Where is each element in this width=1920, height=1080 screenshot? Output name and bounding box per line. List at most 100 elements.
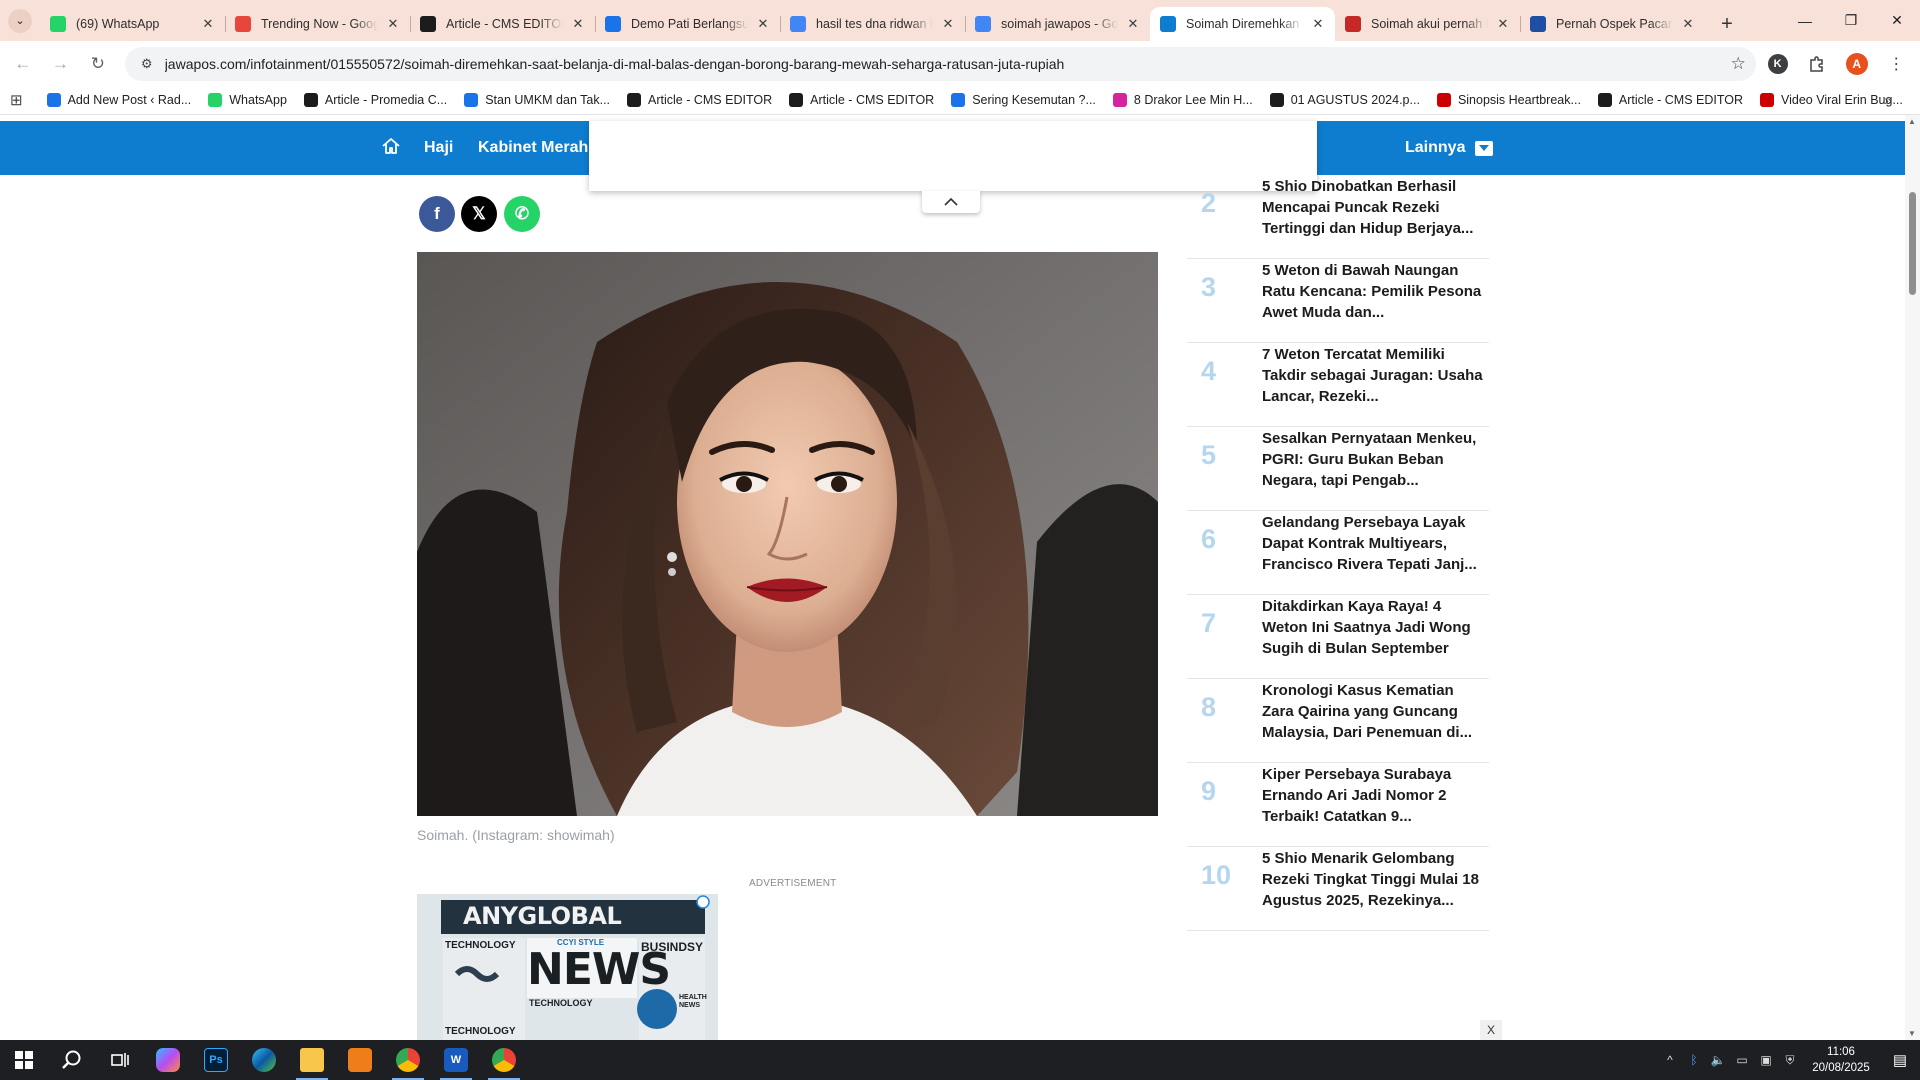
browser-tab[interactable]: Trending Now - Goog ✕ <box>225 7 410 41</box>
share-facebook-button[interactable]: f <box>419 196 455 232</box>
bookmark-item[interactable]: Article - Promedia C... <box>303 93 447 107</box>
trending-title[interactable]: Gelandang Persebaya Layak Dapat Kontrak … <box>1262 512 1489 575</box>
trending-title[interactable]: 5 Shio Menarik Gelombang Rezeki Tingkat … <box>1262 848 1489 911</box>
site-info-icon[interactable]: ⚙ <box>135 52 159 76</box>
profile-a-button[interactable]: A <box>1839 46 1875 82</box>
trending-title[interactable]: 5 Shio Dinobatkan Berhasil Mencapai Punc… <box>1262 176 1489 239</box>
taskbar-photoshop[interactable]: Ps <box>192 1040 240 1080</box>
bookmark-item[interactable]: Article - CMS EDITOR <box>1597 93 1743 107</box>
minimize-icon[interactable]: — <box>1782 0 1828 41</box>
taskbar-copilot[interactable] <box>144 1040 192 1080</box>
trending-title[interactable]: Sesalkan Pernyataan Menkeu, PGRI: Guru B… <box>1262 428 1489 491</box>
close-tab-icon[interactable]: ✕ <box>384 15 402 33</box>
display-icon[interactable]: ▣ <box>1754 1053 1778 1067</box>
bookmark-item[interactable]: Video Viral Erin Bug... <box>1760 93 1903 107</box>
trending-item[interactable]: 5 Sesalkan Pernyataan Menkeu, PGRI: Guru … <box>1187 427 1489 511</box>
bookmark-item[interactable]: 8 Drakor Lee Min H... <box>1112 93 1253 107</box>
trending-title[interactable]: Ditakdirkan Kaya Raya! 4 Weton Ini Saatn… <box>1262 596 1489 659</box>
trending-item[interactable]: 6 Gelandang Persebaya Layak Dapat Kontrak… <box>1187 511 1489 595</box>
browser-tab[interactable]: soimah jawapos - Goo ✕ <box>965 7 1150 41</box>
trending-title[interactable]: 7 Weton Tercatat Memiliki Takdir sebagai… <box>1262 344 1489 407</box>
notification-icon[interactable]: ▤ <box>1880 1051 1920 1069</box>
scroll-up-icon[interactable]: ▲ <box>1908 117 1916 126</box>
profile-k-button[interactable]: K <box>1760 46 1796 82</box>
apps-grid-icon[interactable]: ⊞ <box>10 90 23 110</box>
task-view-button[interactable] <box>96 1040 144 1080</box>
browser-tab[interactable]: hasil tes dna ridwan k ✕ <box>780 7 965 41</box>
restore-icon[interactable]: ❐ <box>1828 0 1874 41</box>
volume-icon[interactable]: 🔈 <box>1706 1053 1730 1067</box>
scrollbar-thumb[interactable] <box>1909 192 1916 295</box>
bookmark-item[interactable]: Sering Kesemutan ?... <box>951 93 1096 107</box>
chevron-double-right-icon[interactable]: » <box>1884 92 1892 108</box>
search-button[interactable] <box>48 1040 96 1080</box>
browser-menu-button[interactable]: ⋮ <box>1878 46 1914 82</box>
bookmark-item[interactable]: Article - CMS EDITOR <box>627 93 772 107</box>
close-tab-icon[interactable]: ✕ <box>1494 15 1512 33</box>
trending-title[interactable]: Kiper Persebaya Surabaya Ernando Ari Jad… <box>1262 764 1489 827</box>
ad-collapse-button[interactable] <box>922 191 980 213</box>
bookmark-item[interactable]: 01 AGUSTUS 2024.p... <box>1269 93 1420 107</box>
bookmark-item[interactable]: WhatsApp <box>208 93 287 107</box>
taskbar-chrome-1[interactable] <box>384 1040 432 1080</box>
share-whatsapp-button[interactable]: ✆ <box>504 196 540 232</box>
new-tab-button[interactable]: + <box>1709 7 1745 41</box>
nav-link-kabinet[interactable]: Kabinet Merah P <box>478 139 590 157</box>
taskbar-app-orange[interactable] <box>336 1040 384 1080</box>
close-tab-icon[interactable]: ✕ <box>754 15 772 33</box>
browser-tab[interactable]: (69) WhatsApp ✕ <box>40 7 225 41</box>
url-text[interactable]: jawapos.com/infotainment/015550572/soima… <box>165 56 1731 72</box>
close-tab-icon[interactable]: ✕ <box>1679 15 1697 33</box>
close-tab-icon[interactable]: ✕ <box>1124 15 1142 33</box>
browser-tab[interactable]: Pernah Ospek Pacar A ✕ <box>1520 7 1705 41</box>
bookmark-item[interactable]: Stan UMKM dan Tak... <box>464 93 610 107</box>
trending-item[interactable]: 4 7 Weton Tercatat Memiliki Takdir sebaga… <box>1187 343 1489 427</box>
bookmark-item[interactable]: Article - CMS EDITOR <box>789 93 934 107</box>
bookmark-item[interactable]: Add New Post ‹ Rad... <box>46 93 191 107</box>
share-x-button[interactable]: 𝕏 <box>461 196 497 232</box>
scroll-down-icon[interactable]: ▼ <box>1908 1029 1916 1038</box>
sticky-ad-close-button[interactable]: X <box>1480 1020 1502 1040</box>
security-icon[interactable]: ⛨ <box>1778 1053 1802 1068</box>
taskbar-word[interactable]: W <box>432 1040 480 1080</box>
trending-item[interactable]: 2 5 Shio Dinobatkan Berhasil Mencapai Pun… <box>1187 175 1489 259</box>
trending-item[interactable]: 10 5 Shio Menarik Gelombang Rezeki Tingka… <box>1187 847 1489 931</box>
close-tab-icon[interactable]: ✕ <box>199 15 217 33</box>
browser-tab[interactable]: Article - CMS EDITOR ✕ <box>410 7 595 41</box>
close-icon[interactable]: ✕ <box>1874 0 1920 41</box>
close-tab-icon[interactable]: ✕ <box>569 15 587 33</box>
back-button[interactable]: ← <box>6 47 40 81</box>
page-scrollbar[interactable]: ▲ ▼ <box>1905 115 1920 1040</box>
trending-title[interactable]: 5 Weton di Bawah Naungan Ratu Kencana: P… <box>1262 260 1489 323</box>
bluetooth-icon[interactable]: ᛒ <box>1682 1053 1706 1067</box>
chevron-up-icon[interactable]: ^ <box>1658 1053 1682 1067</box>
clock[interactable]: 11:06 20/08/2025 <box>1802 1044 1880 1076</box>
trending-item[interactable]: 7 Ditakdirkan Kaya Raya! 4 Weton Ini Saat… <box>1187 595 1489 679</box>
browser-toolbar: ← → ↻ ⚙ jawapos.com/infotainment/0155505… <box>0 41 1920 86</box>
trending-item[interactable]: 9 Kiper Persebaya Surabaya Ernando Ari Ja… <box>1187 763 1489 847</box>
browser-tab[interactable]: Soimah akui pernah ta ✕ <box>1335 7 1520 41</box>
close-tab-icon[interactable]: ✕ <box>1309 15 1327 33</box>
taskbar-chrome-2[interactable] <box>480 1040 528 1080</box>
start-button[interactable] <box>0 1040 48 1080</box>
browser-tab[interactable]: Soimah Diremehkan Sa ✕ <box>1150 7 1335 41</box>
home-icon[interactable] <box>380 135 402 157</box>
nav-more-button[interactable]: Lainnya <box>1405 139 1494 157</box>
nav-link-haji[interactable]: Haji <box>424 139 453 157</box>
bookmark-item[interactable]: Sinopsis Heartbreak... <box>1436 93 1581 107</box>
trending-title[interactable]: Kronologi Kasus Kematian Zara Qairina ya… <box>1262 680 1489 743</box>
bookmark-star-icon[interactable]: ☆ <box>1731 54 1746 74</box>
network-icon[interactable]: ▭ <box>1730 1053 1754 1067</box>
address-bar[interactable]: ⚙ jawapos.com/infotainment/015550572/soi… <box>124 46 1756 81</box>
browser-tab[interactable]: Demo Pati Berlangsun ✕ <box>595 7 780 41</box>
extensions-button[interactable] <box>1799 46 1835 82</box>
reload-button[interactable]: ↻ <box>81 47 115 81</box>
ad-banner[interactable]: ANYGLOBAL NEWS CCYI STYLE TECHNOLOGY BUS… <box>417 894 718 1040</box>
forward-button[interactable]: → <box>44 47 78 81</box>
trending-item[interactable]: 3 5 Weton di Bawah Naungan Ratu Kencana: … <box>1187 259 1489 343</box>
tab-search-button[interactable]: ⌄ <box>0 0 40 41</box>
trending-item[interactable]: 8 Kronologi Kasus Kematian Zara Qairina y… <box>1187 679 1489 763</box>
taskbar-explorer[interactable] <box>288 1040 336 1080</box>
taskbar-edge[interactable] <box>240 1040 288 1080</box>
close-tab-icon[interactable]: ✕ <box>939 15 957 33</box>
